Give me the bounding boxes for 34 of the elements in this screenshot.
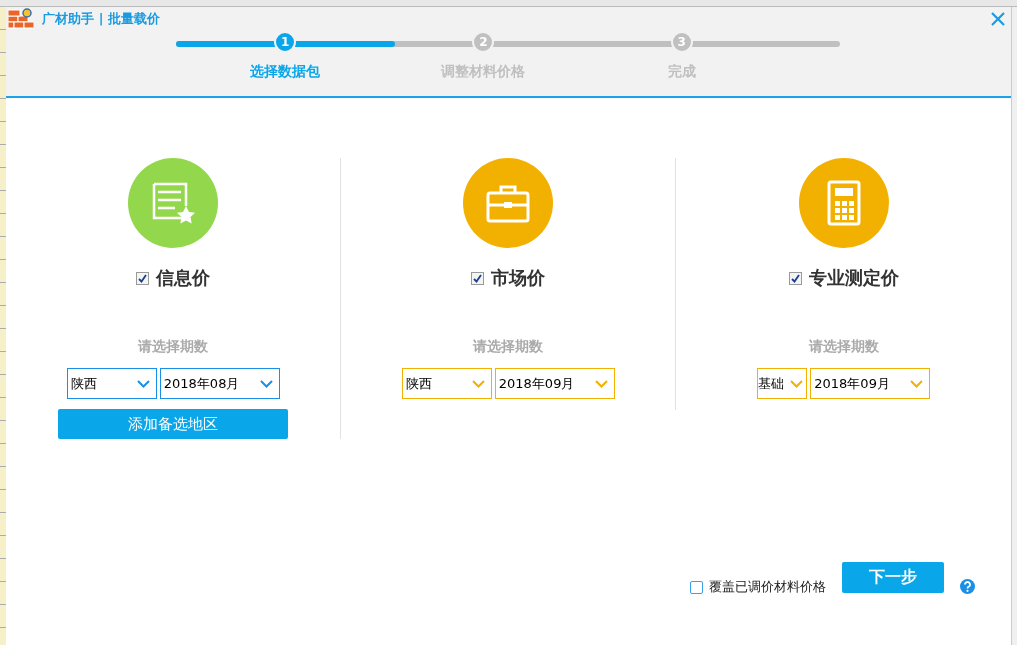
help-icon[interactable]	[960, 578, 976, 594]
brick-wall-icon	[8, 8, 35, 30]
dropdown[interactable]: 2018年09月	[810, 368, 931, 399]
period-label: 请选择期数	[808, 338, 879, 356]
briefcase-icon	[485, 183, 532, 223]
chevron-down-icon	[910, 379, 924, 388]
checkbox[interactable]	[136, 271, 150, 285]
chevron-down-icon	[594, 379, 608, 388]
step-number: 2	[472, 31, 495, 53]
dropdown[interactable]: 陕西	[66, 368, 157, 399]
list-star-icon	[150, 180, 197, 226]
checkbox[interactable]	[690, 580, 704, 594]
dropdown[interactable]: 基础	[757, 368, 808, 399]
calculator-icon	[826, 180, 861, 226]
price-type-label: 信息价	[156, 266, 211, 290]
price-type-label: 市场价	[491, 266, 546, 290]
step-label: 选择数据包	[250, 63, 321, 81]
step-number: 1	[274, 31, 297, 53]
chevron-down-icon	[259, 379, 273, 388]
step-number: 3	[670, 31, 693, 53]
checkbox-label: 覆盖已调价材料价格	[709, 578, 827, 596]
chevron-down-icon	[136, 379, 150, 388]
chevron-down-icon	[790, 379, 804, 388]
checkbox[interactable]	[788, 271, 802, 285]
dropdown[interactable]: 2018年08月	[159, 368, 280, 399]
price-type-label: 专业测定价	[808, 266, 899, 290]
period-label: 请选择期数	[473, 338, 544, 356]
close-icon[interactable]	[991, 12, 1006, 26]
chevron-down-icon	[471, 379, 485, 388]
dropdown[interactable]: 陕西	[401, 368, 492, 399]
dropdown[interactable]: 2018年09月	[494, 368, 615, 399]
window-title: 广材助手 | 批量载价	[42, 10, 162, 28]
checkbox[interactable]	[471, 271, 485, 285]
period-label: 请选择期数	[138, 338, 209, 356]
